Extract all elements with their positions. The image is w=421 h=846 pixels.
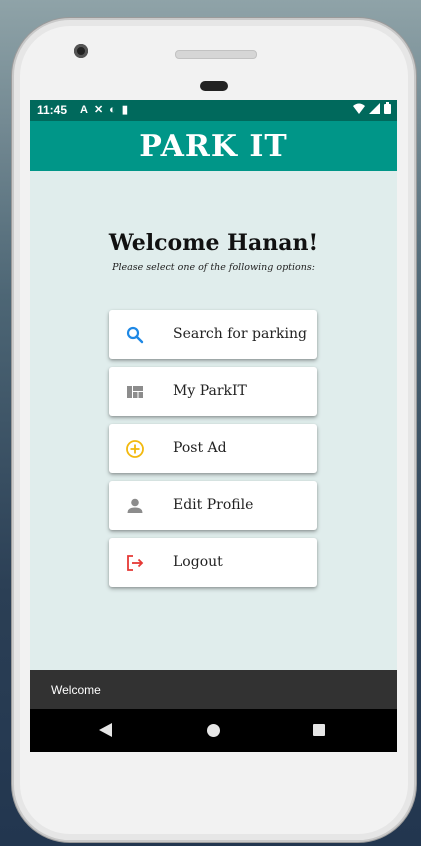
notification-icon-app: ◐ (109, 104, 122, 116)
notification-icon-a: A (80, 104, 94, 116)
navigation-bar (30, 709, 397, 752)
search-parking-button[interactable]: Search for parking (109, 310, 317, 359)
snackbar: Welcome (30, 670, 397, 709)
logout-icon (127, 555, 144, 571)
my-parkit-label: My ParkIT (173, 383, 247, 399)
recent-apps-icon[interactable] (313, 724, 325, 736)
notification-icon-network: ✕ (93, 104, 110, 116)
add-circle-icon (126, 440, 144, 458)
person-icon (127, 498, 143, 513)
app-title: PARK IT (139, 129, 288, 164)
status-bar: 11:45 A✕◐▮ (30, 100, 397, 121)
notification-icons: A✕◐▮ (80, 103, 134, 116)
wifi-icon (353, 103, 365, 114)
edit-profile-label: Edit Profile (173, 497, 254, 513)
status-time: 11:45 (37, 103, 68, 117)
search-parking-label: Search for parking (173, 326, 307, 342)
edit-profile-button[interactable]: Edit Profile (109, 481, 317, 530)
home-icon[interactable] (207, 724, 220, 737)
search-icon (126, 326, 144, 344)
front-camera (74, 44, 88, 58)
app-bar: PARK IT (30, 121, 397, 171)
earpiece-speaker (175, 50, 257, 59)
my-parkit-button[interactable]: My ParkIT (109, 367, 317, 416)
snackbar-text: Welcome (51, 683, 101, 697)
post-ad-label: Post Ad (173, 440, 227, 456)
battery-icon (384, 102, 391, 114)
back-icon[interactable] (99, 723, 112, 737)
system-icons (353, 102, 391, 114)
logout-label: Logout (173, 554, 223, 570)
dashboard-icon (127, 386, 143, 398)
app-screen: 11:45 A✕◐▮ PARK IT Welcome Hanan! Please… (30, 100, 397, 752)
signal-icon (369, 102, 380, 114)
notification-icon-sd: ▮ (121, 104, 134, 116)
post-ad-button[interactable]: Post Ad (109, 424, 317, 473)
instruction-text: Please select one of the following optio… (112, 262, 315, 273)
proximity-sensor (200, 81, 228, 91)
logout-button[interactable]: Logout (109, 538, 317, 587)
welcome-heading: Welcome Hanan! (108, 230, 319, 256)
